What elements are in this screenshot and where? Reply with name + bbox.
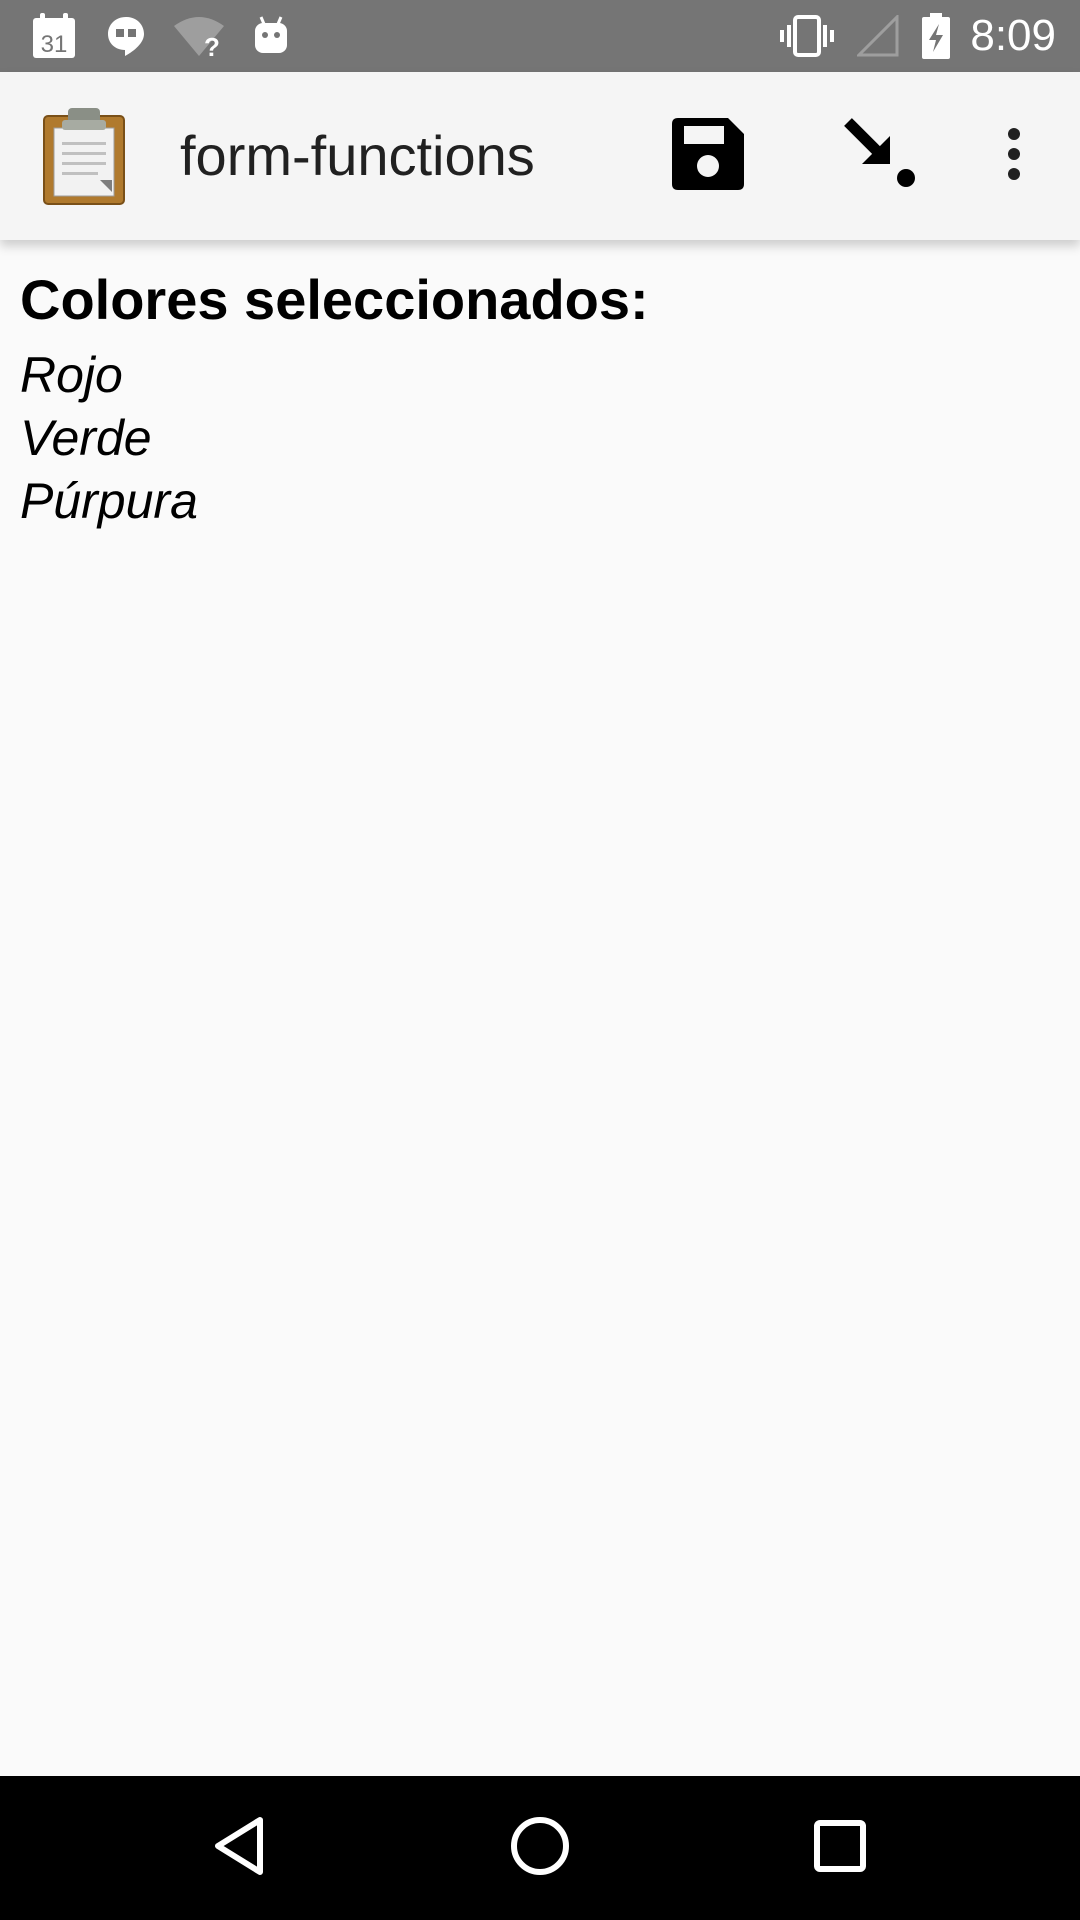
vibrate-icon	[778, 0, 836, 72]
back-button[interactable]	[190, 1798, 290, 1898]
home-button[interactable]	[490, 1798, 590, 1898]
hangouts-icon	[104, 0, 148, 72]
go-to-end-icon	[840, 114, 920, 199]
go-to-end-button[interactable]	[830, 106, 930, 206]
wifi-unknown-icon: ?	[170, 0, 228, 72]
svg-text:?: ?	[204, 32, 220, 58]
signal-empty-icon	[856, 0, 900, 72]
screen: 31 ? 8:09 form-functions Colores selecci…	[0, 0, 1080, 1920]
app-bar: form-functions	[0, 72, 1080, 240]
list-item: Rojo	[20, 347, 123, 403]
clipboard-icon	[40, 106, 128, 206]
overflow-menu-button[interactable]	[964, 106, 1064, 206]
back-icon	[210, 1816, 270, 1881]
android-debug-icon	[250, 0, 292, 72]
save-button[interactable]	[658, 106, 758, 206]
recents-icon	[813, 1819, 867, 1878]
question-label: Colores seleccionados:	[20, 268, 649, 331]
status-clock: 8:09	[970, 11, 1056, 60]
list-item: Púrpura	[20, 473, 198, 529]
selected-colors-list: Rojo Verde Púrpura	[20, 344, 1060, 533]
app-title: form-functions	[180, 124, 535, 187]
home-icon	[509, 1815, 571, 1882]
form-content: Colores seleccionados: Rojo Verde Púrpur…	[0, 240, 1080, 1775]
navigation-bar	[0, 1776, 1080, 1920]
list-item: Verde	[20, 410, 152, 466]
save-icon	[670, 116, 746, 197]
status-bar: 31 ? 8:09	[0, 0, 1080, 72]
overflow-menu-icon	[1006, 127, 1022, 186]
calendar-day-text: 31	[41, 31, 68, 58]
battery-charging-icon	[920, 0, 952, 72]
calendar-icon: 31	[28, 0, 80, 72]
recents-button[interactable]	[790, 1798, 890, 1898]
